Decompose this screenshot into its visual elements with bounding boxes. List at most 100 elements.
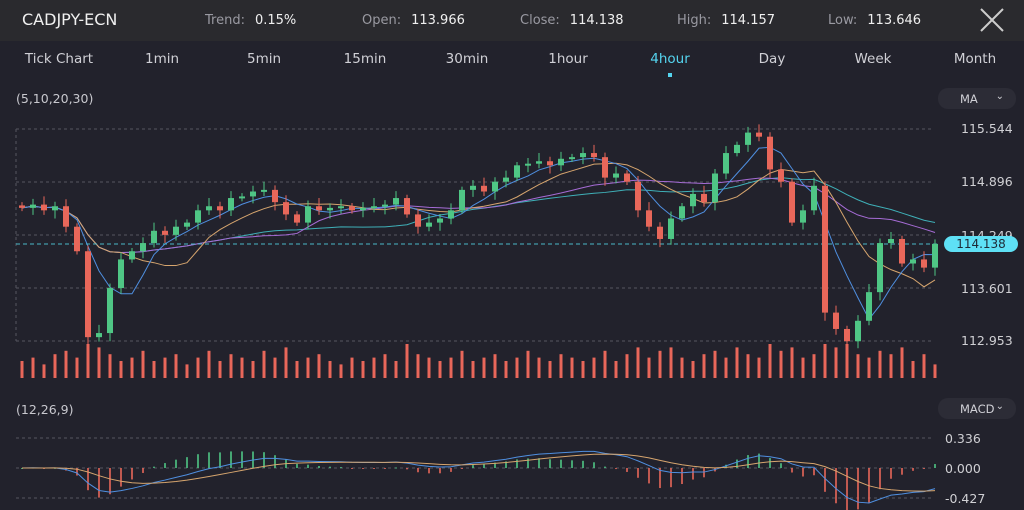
candle-body	[910, 259, 916, 264]
volume-bar	[317, 354, 321, 378]
candle-body	[701, 193, 707, 203]
macd-histogram-bar	[241, 451, 243, 468]
price-chart[interactable]	[0, 0, 1024, 510]
macd-histogram-bar	[428, 468, 430, 474]
candle-body	[41, 204, 47, 211]
volume-bar	[515, 357, 519, 378]
candle-body	[283, 202, 289, 215]
candle-body	[822, 185, 828, 313]
macd-histogram-bar	[813, 468, 815, 476]
candle-body	[877, 243, 883, 293]
candle-body	[184, 222, 190, 227]
macd-histogram-bar	[791, 468, 793, 473]
candle-body	[624, 173, 630, 182]
candle-body	[756, 132, 762, 137]
macd-histogram-bar	[329, 466, 331, 468]
candle-body	[228, 198, 234, 211]
macd-histogram-bar	[703, 468, 705, 478]
candle-body	[503, 177, 509, 182]
volume-bar	[20, 361, 24, 378]
candle-body	[833, 312, 839, 329]
volume-bar	[526, 350, 530, 378]
macd-histogram-bar	[362, 468, 364, 469]
macd-axis-label: -0.427	[945, 491, 986, 506]
macd-dea-line	[21, 453, 936, 492]
volume-bar	[119, 361, 123, 378]
volume-bar	[141, 350, 145, 378]
candle-body	[85, 251, 91, 338]
candle-body	[52, 206, 58, 211]
macd-histogram-bar	[307, 464, 309, 468]
volume-bar	[284, 347, 288, 378]
macd-histogram-bar	[626, 468, 628, 472]
candle-body	[536, 161, 542, 164]
macd-histogram-bar	[395, 467, 397, 469]
candle-body	[305, 206, 311, 223]
macd-histogram-bar	[109, 468, 111, 495]
macd-indicator-select[interactable]: MACD ⌄	[938, 398, 1016, 419]
macd-histogram-bar	[901, 468, 903, 475]
candle-body	[437, 218, 443, 223]
macd-histogram-bar	[472, 465, 474, 468]
candle-body	[481, 185, 487, 192]
volume-bar	[75, 357, 79, 378]
candle-body	[899, 238, 905, 264]
macd-histogram-bar	[824, 468, 826, 492]
macd-histogram-bar	[923, 468, 925, 469]
volume-bar	[900, 347, 904, 378]
macd-histogram-bar	[417, 468, 419, 473]
candle-body	[459, 189, 465, 211]
macd-histogram-bar	[274, 455, 276, 468]
candle-body	[690, 193, 696, 207]
candle-body	[129, 251, 135, 260]
volume-bar	[372, 357, 376, 378]
candle-body	[679, 206, 685, 219]
candle-body	[261, 189, 267, 192]
macd-histogram-bar	[120, 468, 122, 487]
macd-histogram-bar	[769, 458, 771, 468]
candle-body	[613, 173, 619, 178]
macd-histogram-bar	[318, 465, 320, 468]
candle-body	[162, 230, 168, 235]
volume-bar	[713, 350, 717, 378]
candle-body	[206, 206, 212, 211]
macd-histogram-bar	[593, 462, 595, 468]
candle-body	[404, 198, 410, 215]
volume-bar	[42, 364, 46, 378]
volume-bar	[867, 357, 871, 378]
volume-bar	[801, 357, 805, 378]
volume-bar	[427, 357, 431, 378]
volume-bar	[438, 361, 442, 378]
volume-bar	[933, 364, 937, 378]
candle-body	[767, 136, 773, 170]
macd-dif-line	[21, 450, 936, 504]
candle-body	[635, 181, 641, 211]
ma5-line	[21, 146, 936, 321]
macd-axis-label: 0.000	[945, 461, 981, 476]
macd-histogram-bar	[637, 468, 639, 478]
candle-body	[327, 207, 333, 211]
candle-body	[371, 206, 377, 209]
volume-bar	[405, 344, 409, 378]
macd-histogram-bar	[560, 459, 562, 468]
price-axis-label: 112.953	[961, 333, 1013, 348]
volume-bar	[130, 357, 134, 378]
volume-bar	[394, 361, 398, 378]
macd-histogram-bar	[439, 468, 441, 474]
macd-histogram-bar	[681, 468, 683, 485]
candle-body	[921, 259, 927, 268]
volume-bar	[460, 350, 464, 378]
macd-histogram-bar	[384, 468, 386, 469]
macd-histogram-bar	[604, 466, 606, 468]
candle-body	[569, 157, 575, 160]
candle-body	[932, 243, 938, 268]
volume-bar	[152, 361, 156, 378]
chevron-down-icon: ⌄	[995, 401, 1004, 412]
candle-body	[470, 185, 476, 190]
volume-bar	[262, 350, 266, 378]
macd-histogram-bar	[670, 468, 672, 488]
candle-body	[195, 210, 201, 223]
volume-bar	[31, 357, 35, 378]
candle-body	[789, 181, 795, 223]
price-axis-label: 113.601	[961, 281, 1013, 296]
